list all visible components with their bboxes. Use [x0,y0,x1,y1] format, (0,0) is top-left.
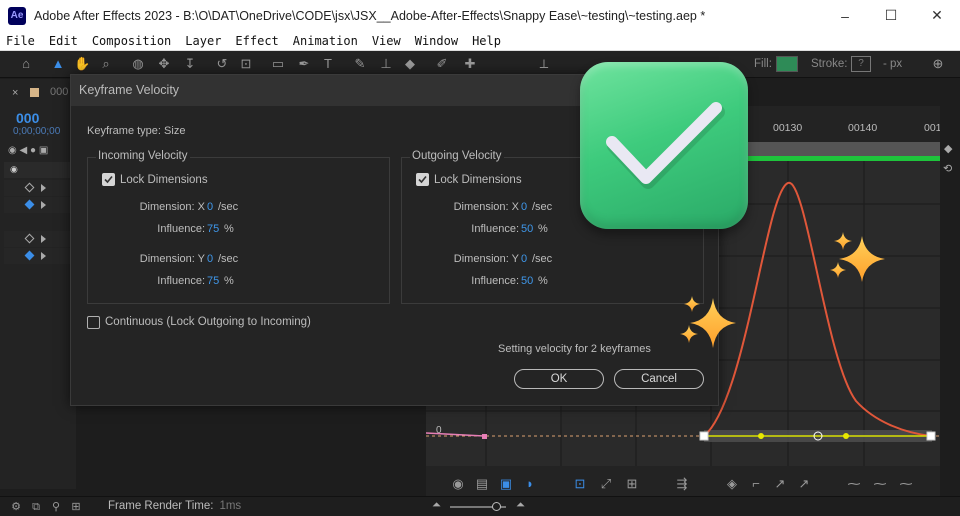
sparkle-icon [680,325,698,343]
app-window: Ae Adobe After Effects 2023 - B:\O\DAT\O… [0,0,960,516]
sparkle-icon [834,232,852,250]
sparkles-overlay [680,232,885,348]
sparkle-icon [690,298,736,348]
sparkle-icon [830,262,846,278]
sparkle-icon [684,296,700,312]
